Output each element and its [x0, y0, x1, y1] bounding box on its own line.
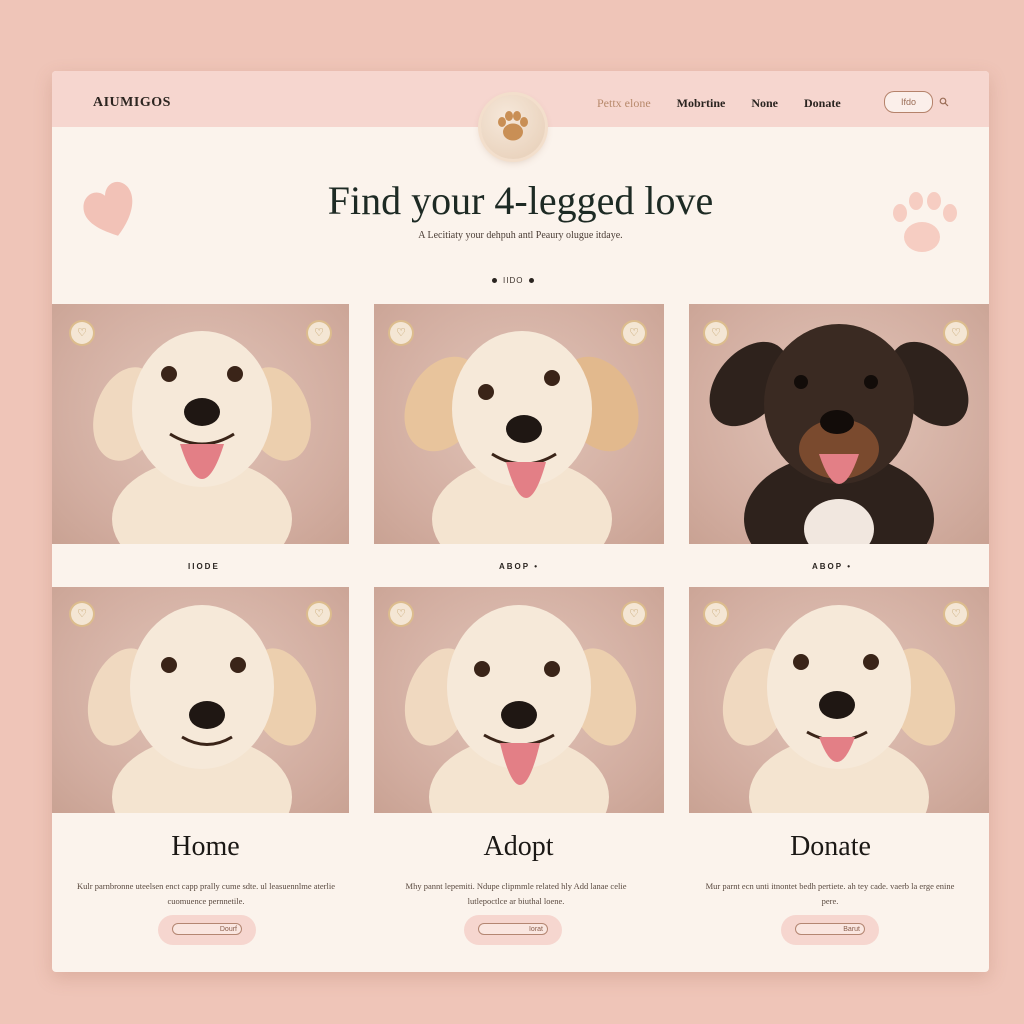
- donate-button[interactable]: Barut: [781, 915, 879, 945]
- column-text-adopt: Mhy pannt lepemiti. Ndupe clipmmle relat…: [405, 881, 627, 906]
- carousel-dot[interactable]: [492, 278, 497, 283]
- nav-item-none[interactable]: None: [751, 96, 778, 111]
- home-button[interactable]: Dourf: [158, 915, 256, 945]
- dog-photo-card[interactable]: ♡ ♡: [374, 587, 664, 813]
- favorite-badge-icon[interactable]: ♡: [623, 603, 645, 625]
- favorite-badge-icon[interactable]: ♡: [308, 603, 330, 625]
- carousel-dot[interactable]: [529, 278, 535, 283]
- site-logo[interactable]: AIUMIGOS: [93, 95, 171, 111]
- hero-subtitle: A Lecitiaty your dehpuh antl Peaury olug…: [418, 230, 623, 241]
- favorite-badge-icon[interactable]: ♡: [945, 603, 967, 625]
- column-title-home: Home: [171, 831, 240, 862]
- nav-item-mobrtine[interactable]: Mobrtine: [677, 96, 726, 111]
- favorite-badge-icon[interactable]: ♡: [705, 603, 727, 625]
- header-button[interactable]: Ifdo: [884, 91, 933, 113]
- carousel-dots[interactable]: IIDO: [492, 276, 535, 285]
- card-caption[interactable]: IIODE: [188, 562, 220, 571]
- dog-photo-card[interactable]: ♡ ♡: [374, 304, 664, 544]
- favorite-badge-icon[interactable]: ♡: [390, 322, 412, 344]
- column-text-donate: Mur parnt ecn unti itnontet bedh pertiet…: [705, 881, 955, 906]
- column-text-home: Kulr parnbronne uteelsen enct capp prall…: [77, 881, 335, 906]
- favorite-badge-icon[interactable]: ♡: [71, 322, 93, 344]
- favorite-badge-icon[interactable]: ♡: [308, 322, 330, 344]
- favorite-badge-icon[interactable]: ♡: [623, 322, 645, 344]
- column-title-adopt: Adopt: [483, 831, 554, 862]
- search-icon[interactable]: [939, 97, 949, 107]
- dog-photo-card[interactable]: ♡ ♡: [689, 587, 989, 813]
- dog-photo-card[interactable]: ♡ ♡: [52, 587, 349, 813]
- dog-photo-card[interactable]: ♡ ♡: [52, 304, 349, 544]
- nav-item-donate[interactable]: Donate: [804, 96, 841, 111]
- favorite-badge-icon[interactable]: ♡: [945, 322, 967, 344]
- card-caption[interactable]: ABOP •: [812, 562, 852, 571]
- page-card: AIUMIGOS Pettx elone Mobrtine None Donat…: [52, 71, 989, 972]
- adopt-button-label: Iorat: [478, 923, 548, 935]
- favorite-badge-icon[interactable]: ♡: [390, 603, 412, 625]
- favorite-badge-icon[interactable]: ♡: [705, 322, 727, 344]
- adopt-button[interactable]: Iorat: [464, 915, 562, 945]
- nav-item-pets[interactable]: Pettx elone: [597, 96, 651, 111]
- home-button-label: Dourf: [172, 923, 242, 935]
- card-caption[interactable]: ABOP •: [499, 562, 539, 571]
- paw-icon[interactable]: [481, 95, 545, 159]
- main-nav: Pettx elone Mobrtine None Donate: [597, 96, 867, 111]
- favorite-badge-icon[interactable]: ♡: [71, 603, 93, 625]
- hero-title: Find your 4-legged love: [327, 178, 714, 223]
- donate-button-label: Barut: [795, 923, 865, 935]
- carousel-label: IIDO: [503, 276, 524, 285]
- dog-photo-card[interactable]: ♡ ♡: [689, 304, 989, 544]
- column-title-donate: Donate: [790, 831, 871, 862]
